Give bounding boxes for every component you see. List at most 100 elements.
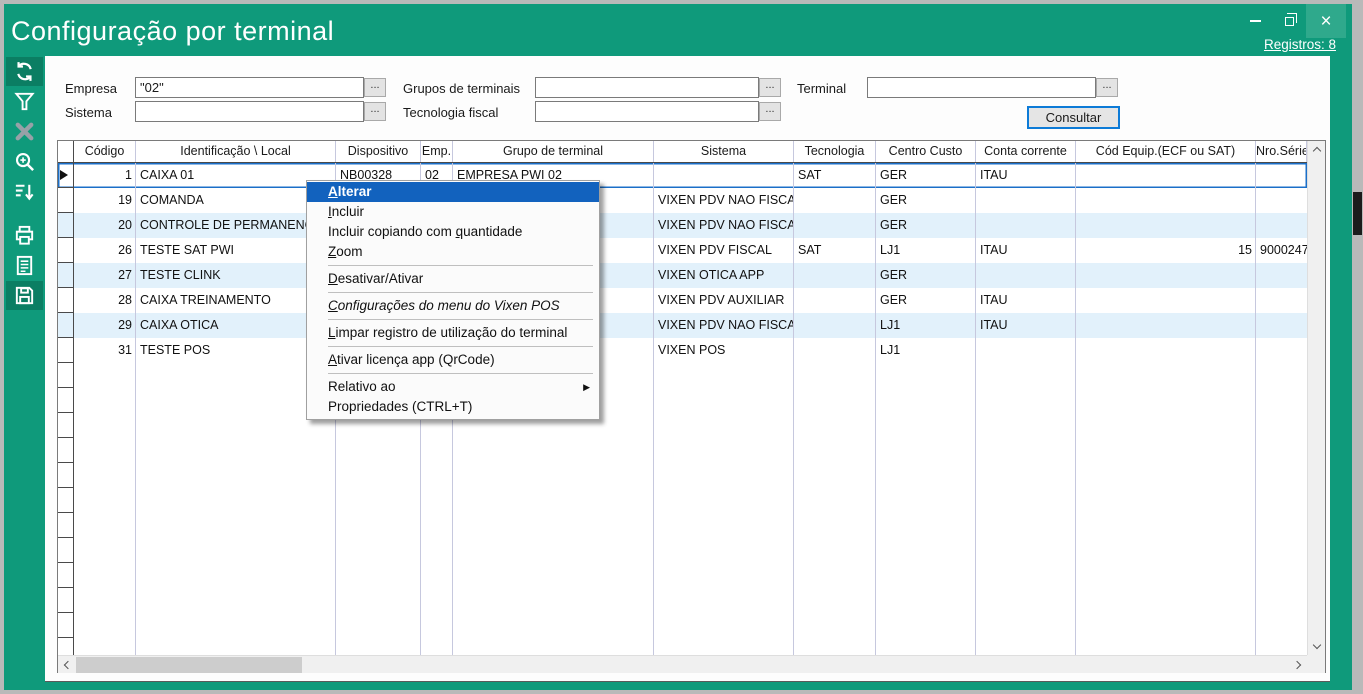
- tecnologia-input[interactable]: [535, 101, 759, 122]
- grid-row[interactable]: 20CONTROLE DE PERMANENCIAVIXEN PDV NAO F…: [58, 213, 1307, 238]
- grid-cell[interactable]: [1076, 213, 1256, 238]
- grid-cell[interactable]: GER: [876, 288, 976, 313]
- empresa-input[interactable]: [135, 77, 364, 98]
- close-button[interactable]: ×: [1306, 4, 1346, 38]
- grid-cell[interactable]: VIXEN POS: [654, 338, 794, 363]
- column-header[interactable]: Código: [74, 141, 136, 162]
- grid-cell[interactable]: GER: [876, 213, 976, 238]
- grid-cell[interactable]: 28: [74, 288, 136, 313]
- grid-row[interactable]: 19COMANDAVIXEN PDV NAO FISCALGER: [58, 188, 1307, 213]
- grid-cell[interactable]: [976, 213, 1076, 238]
- filter-button[interactable]: [6, 87, 43, 116]
- column-header[interactable]: Centro Custo: [876, 141, 976, 162]
- grid-cell[interactable]: [794, 188, 876, 213]
- grid-cell[interactable]: ITAU: [976, 163, 1076, 188]
- grid-cell[interactable]: 15: [1076, 238, 1256, 263]
- clear-filter-button[interactable]: [6, 117, 43, 146]
- menu-item[interactable]: Incluir copiando com quantidade: [307, 222, 599, 242]
- grid-cell[interactable]: VIXEN PDV NAO FISCAL: [654, 188, 794, 213]
- column-header[interactable]: Emp.: [421, 141, 453, 162]
- grid-cell[interactable]: [1076, 288, 1256, 313]
- menu-item[interactable]: Limpar registro de utilização do termina…: [307, 323, 599, 343]
- grid-cell[interactable]: 20: [74, 213, 136, 238]
- column-header[interactable]: Tecnologia: [794, 141, 876, 162]
- grid-row[interactable]: 28CAIXA TREINAMENTOVIXEN PDV AUXILIARGER…: [58, 288, 1307, 313]
- scroll-right-arrow-icon[interactable]: [1290, 656, 1307, 673]
- terminal-input[interactable]: [867, 77, 1096, 98]
- grid-cell[interactable]: [794, 338, 876, 363]
- sistema-input[interactable]: [135, 101, 364, 122]
- grid-cell[interactable]: GER: [876, 188, 976, 213]
- column-header[interactable]: Nro.Série (: [1256, 141, 1307, 162]
- column-header[interactable]: Cód Equip.(ECF ou SAT): [1076, 141, 1256, 162]
- grid-row[interactable]: 1CAIXA 01NB0032802EMPRESA PWI 02SATGERIT…: [58, 163, 1307, 188]
- column-header[interactable]: Identificação \ Local: [136, 141, 336, 162]
- registros-link[interactable]: Registros: 8: [1264, 37, 1336, 52]
- report-button[interactable]: [6, 251, 43, 280]
- menu-item[interactable]: Alterar: [307, 182, 599, 202]
- grid-cell[interactable]: 900024708: [1256, 238, 1307, 263]
- grid-cell[interactable]: 26: [74, 238, 136, 263]
- grid-cell[interactable]: [1256, 163, 1307, 188]
- vertical-scrollbar[interactable]: [1307, 141, 1325, 655]
- grid-cell[interactable]: GER: [876, 163, 976, 188]
- scroll-down-arrow-icon[interactable]: [1308, 638, 1325, 655]
- grid-cell[interactable]: [1256, 338, 1307, 363]
- grid-cell[interactable]: [976, 338, 1076, 363]
- grid-cell[interactable]: VIXEN OTICA APP: [654, 263, 794, 288]
- menu-item[interactable]: Relativo ao▶: [307, 377, 599, 397]
- column-header[interactable]: Dispositivo: [336, 141, 421, 162]
- grid-cell[interactable]: [1256, 213, 1307, 238]
- grid-cell[interactable]: [654, 163, 794, 188]
- tecnologia-lookup-button[interactable]: ...: [759, 102, 781, 121]
- sort-button[interactable]: [6, 177, 43, 206]
- menu-item[interactable]: Incluir: [307, 202, 599, 222]
- grid-cell[interactable]: [794, 263, 876, 288]
- grid-cell[interactable]: LJ1: [876, 238, 976, 263]
- grid-cell[interactable]: [976, 263, 1076, 288]
- scroll-up-arrow-icon[interactable]: [1308, 141, 1325, 158]
- grid-cell[interactable]: [794, 313, 876, 338]
- minimize-button[interactable]: [1238, 4, 1272, 38]
- grid-cell[interactable]: 27: [74, 263, 136, 288]
- column-header[interactable]: Conta corrente: [976, 141, 1076, 162]
- column-header[interactable]: Sistema: [654, 141, 794, 162]
- grid-cell[interactable]: VIXEN PDV NAO FISCAL: [654, 313, 794, 338]
- consultar-button[interactable]: Consultar: [1027, 106, 1120, 129]
- save-button[interactable]: [6, 281, 43, 310]
- refresh-button[interactable]: [6, 57, 43, 86]
- grid-cell[interactable]: ITAU: [976, 313, 1076, 338]
- zoom-button[interactable]: [6, 147, 43, 176]
- grid-cell[interactable]: [794, 213, 876, 238]
- grid-cell[interactable]: ITAU: [976, 288, 1076, 313]
- column-header[interactable]: Grupo de terminal: [453, 141, 654, 162]
- grid-cell[interactable]: LJ1: [876, 338, 976, 363]
- grid-cell[interactable]: [794, 288, 876, 313]
- grid-cell[interactable]: [1076, 338, 1256, 363]
- grid-cell[interactable]: 31: [74, 338, 136, 363]
- sistema-lookup-button[interactable]: ...: [364, 102, 386, 121]
- grid-cell[interactable]: VIXEN PDV AUXILIAR: [654, 288, 794, 313]
- grid-row[interactable]: 31TESTE POSVIXEN POSLJ1: [58, 338, 1307, 363]
- empresa-lookup-button[interactable]: ...: [364, 78, 386, 97]
- grid-cell[interactable]: 19: [74, 188, 136, 213]
- menu-item[interactable]: Zoom: [307, 242, 599, 262]
- menu-item[interactable]: Ativar licença app (QrCode): [307, 350, 599, 370]
- restore-button[interactable]: [1272, 4, 1306, 38]
- grid-row[interactable]: 29CAIXA OTICAVIXEN PDV NAO FISCALLJ1ITAU: [58, 313, 1307, 338]
- grid-cell[interactable]: SAT: [794, 163, 876, 188]
- scroll-left-arrow-icon[interactable]: [58, 656, 75, 673]
- grid-cell[interactable]: LJ1: [876, 313, 976, 338]
- horizontal-scrollbar[interactable]: [58, 655, 1307, 673]
- menu-item[interactable]: Desativar/Ativar: [307, 269, 599, 289]
- menu-item[interactable]: Configurações do menu do Vixen POS: [307, 296, 599, 316]
- grupos-lookup-button[interactable]: ...: [759, 78, 781, 97]
- grid-row[interactable]: 27TESTE CLINKVIXEN OTICA APPGER: [58, 263, 1307, 288]
- grid-cell[interactable]: [1256, 288, 1307, 313]
- print-button[interactable]: [6, 221, 43, 250]
- horizontal-scroll-thumb[interactable]: [76, 657, 302, 673]
- grid-cell[interactable]: [1076, 313, 1256, 338]
- terminal-lookup-button[interactable]: ...: [1096, 78, 1118, 97]
- grid-cell[interactable]: ITAU: [976, 238, 1076, 263]
- grid-cell[interactable]: 29: [74, 313, 136, 338]
